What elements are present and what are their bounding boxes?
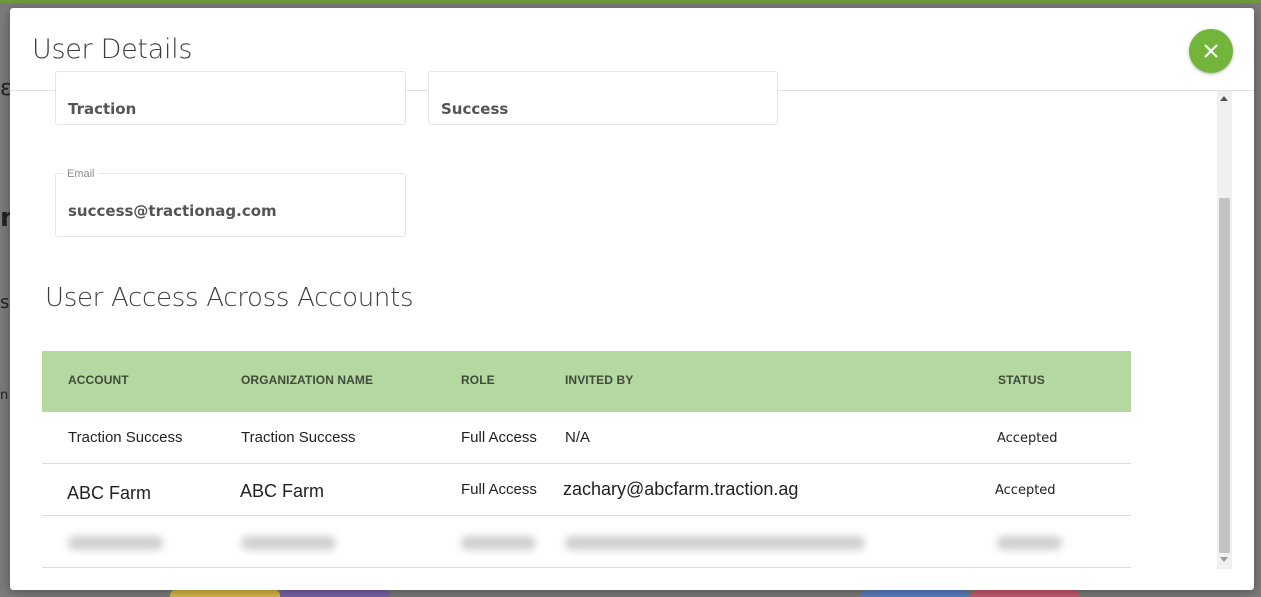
cell-organization: ABC Farm <box>240 481 325 501</box>
close-icon <box>1204 44 1218 58</box>
modal-title: User Details <box>32 34 193 65</box>
column-header-status[interactable]: STATUS <box>998 373 1045 387</box>
email-field[interactable]: Email success@tractionag.com <box>55 168 406 237</box>
column-header-organization[interactable]: ORGANIZATION NAME <box>241 373 373 387</box>
cell-role: Full Access <box>461 429 537 446</box>
modal-body: Traction Success Email success@tractiona… <box>10 71 1254 590</box>
last-name-value: Success <box>441 100 509 118</box>
redacted-cell <box>68 536 163 550</box>
scrollbar-thumb[interactable] <box>1219 198 1230 553</box>
background-top-bar <box>0 0 1261 3</box>
redacted-cell <box>241 536 336 550</box>
first-name-field[interactable]: Traction <box>55 71 406 125</box>
cell-account: ABC Farm <box>67 483 152 503</box>
column-header-account[interactable]: ACCOUNT <box>68 373 129 387</box>
cell-account: Traction Success <box>68 429 183 446</box>
cell-role: Full Access <box>461 481 537 498</box>
column-header-invited-by[interactable]: INVITED BY <box>565 373 633 387</box>
cell-invited-by: zachary@abcfarm.traction.ag <box>563 479 799 499</box>
table-row[interactable]: ABC Farm ABC Farm Full Access zachary@ab… <box>42 464 1131 516</box>
table-row[interactable]: Traction Success Traction Success Full A… <box>42 412 1131 464</box>
redacted-cell <box>461 536 536 550</box>
table-header: ACCOUNT ORGANIZATION NAME ROLE INVITED B… <box>42 351 1131 412</box>
access-table: ACCOUNT ORGANIZATION NAME ROLE INVITED B… <box>42 351 1131 568</box>
vertical-scrollbar[interactable] <box>1217 91 1232 569</box>
user-details-modal: User Details Traction Success Email succ… <box>10 8 1254 590</box>
redacted-cell <box>565 536 865 550</box>
last-name-field[interactable]: Success <box>428 71 778 125</box>
background-fragment: s <box>0 292 10 313</box>
access-section-title: User Access Across Accounts <box>45 283 414 313</box>
scroll-down-arrow-icon[interactable] <box>1220 557 1228 562</box>
cell-status: Accepted <box>997 431 1058 446</box>
cell-invited-by: N/A <box>565 429 591 446</box>
column-header-role[interactable]: ROLE <box>461 373 495 387</box>
background-fragment: n <box>0 388 9 403</box>
email-value: success@tractionag.com <box>68 202 277 220</box>
first-name-value: Traction <box>68 100 137 118</box>
close-button[interactable] <box>1189 29 1233 73</box>
table-row-redacted[interactable] <box>42 516 1131 568</box>
cell-status: Accepted <box>995 483 1056 498</box>
redacted-cell <box>997 536 1062 550</box>
cell-organization: Traction Success <box>241 429 356 446</box>
email-label: Email <box>64 168 98 180</box>
scroll-up-arrow-icon[interactable] <box>1220 96 1228 101</box>
